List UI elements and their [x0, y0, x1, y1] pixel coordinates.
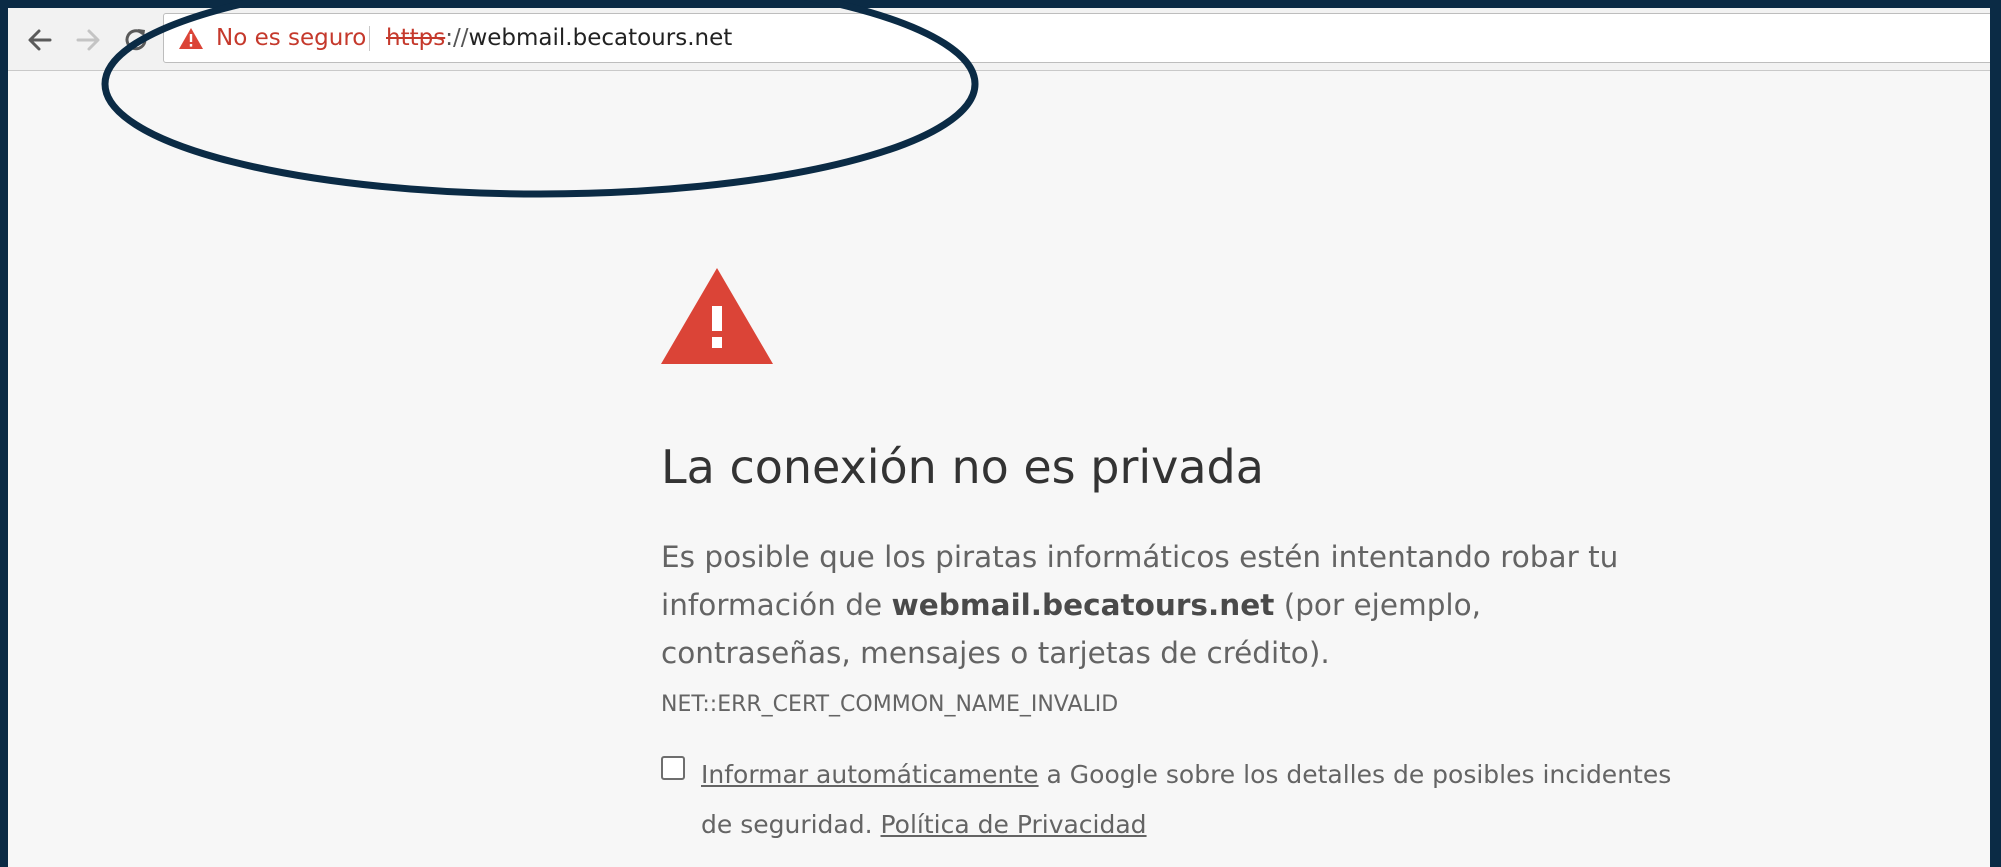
- warning-triangle-icon: [661, 268, 773, 364]
- forward-button[interactable]: [70, 22, 106, 58]
- page-title: La conexión no es privada: [661, 440, 1264, 494]
- url-separator: ://: [445, 25, 469, 51]
- forward-arrow-icon: [76, 29, 100, 51]
- privacy-policy-link[interactable]: Política de Privacidad: [881, 810, 1147, 839]
- url-host: webmail.becatours.net: [468, 25, 733, 51]
- browser-toolbar: No es seguro https://webmail.becatours.n…: [8, 8, 1998, 71]
- window-edge: [1990, 8, 2001, 867]
- omnibox-divider: [369, 26, 370, 51]
- extended-reporting-checkbox[interactable]: [661, 756, 685, 780]
- back-arrow-icon: [28, 29, 52, 51]
- reload-button[interactable]: [118, 22, 154, 58]
- url-scheme: https: [386, 25, 446, 51]
- optin-label: Informar automáticamente a Google sobre …: [701, 750, 1701, 850]
- error-code[interactable]: NET::ERR_CERT_COMMON_NAME_INVALID: [661, 692, 1118, 717]
- back-button[interactable]: [22, 22, 58, 58]
- address-bar[interactable]: No es seguro https://webmail.becatours.n…: [163, 13, 1998, 63]
- security-state-label[interactable]: No es seguro: [216, 25, 366, 51]
- description-host: webmail.becatours.net: [891, 588, 1275, 622]
- auto-report-link[interactable]: Informar automáticamente: [701, 760, 1039, 789]
- reload-icon: [125, 29, 147, 51]
- error-description: Es posible que los piratas informáticos …: [661, 533, 1661, 729]
- warning-triangle-icon: [179, 28, 203, 49]
- browser-window: No es seguro https://webmail.becatours.n…: [8, 8, 1998, 867]
- url-text[interactable]: https://webmail.becatours.net: [386, 25, 732, 51]
